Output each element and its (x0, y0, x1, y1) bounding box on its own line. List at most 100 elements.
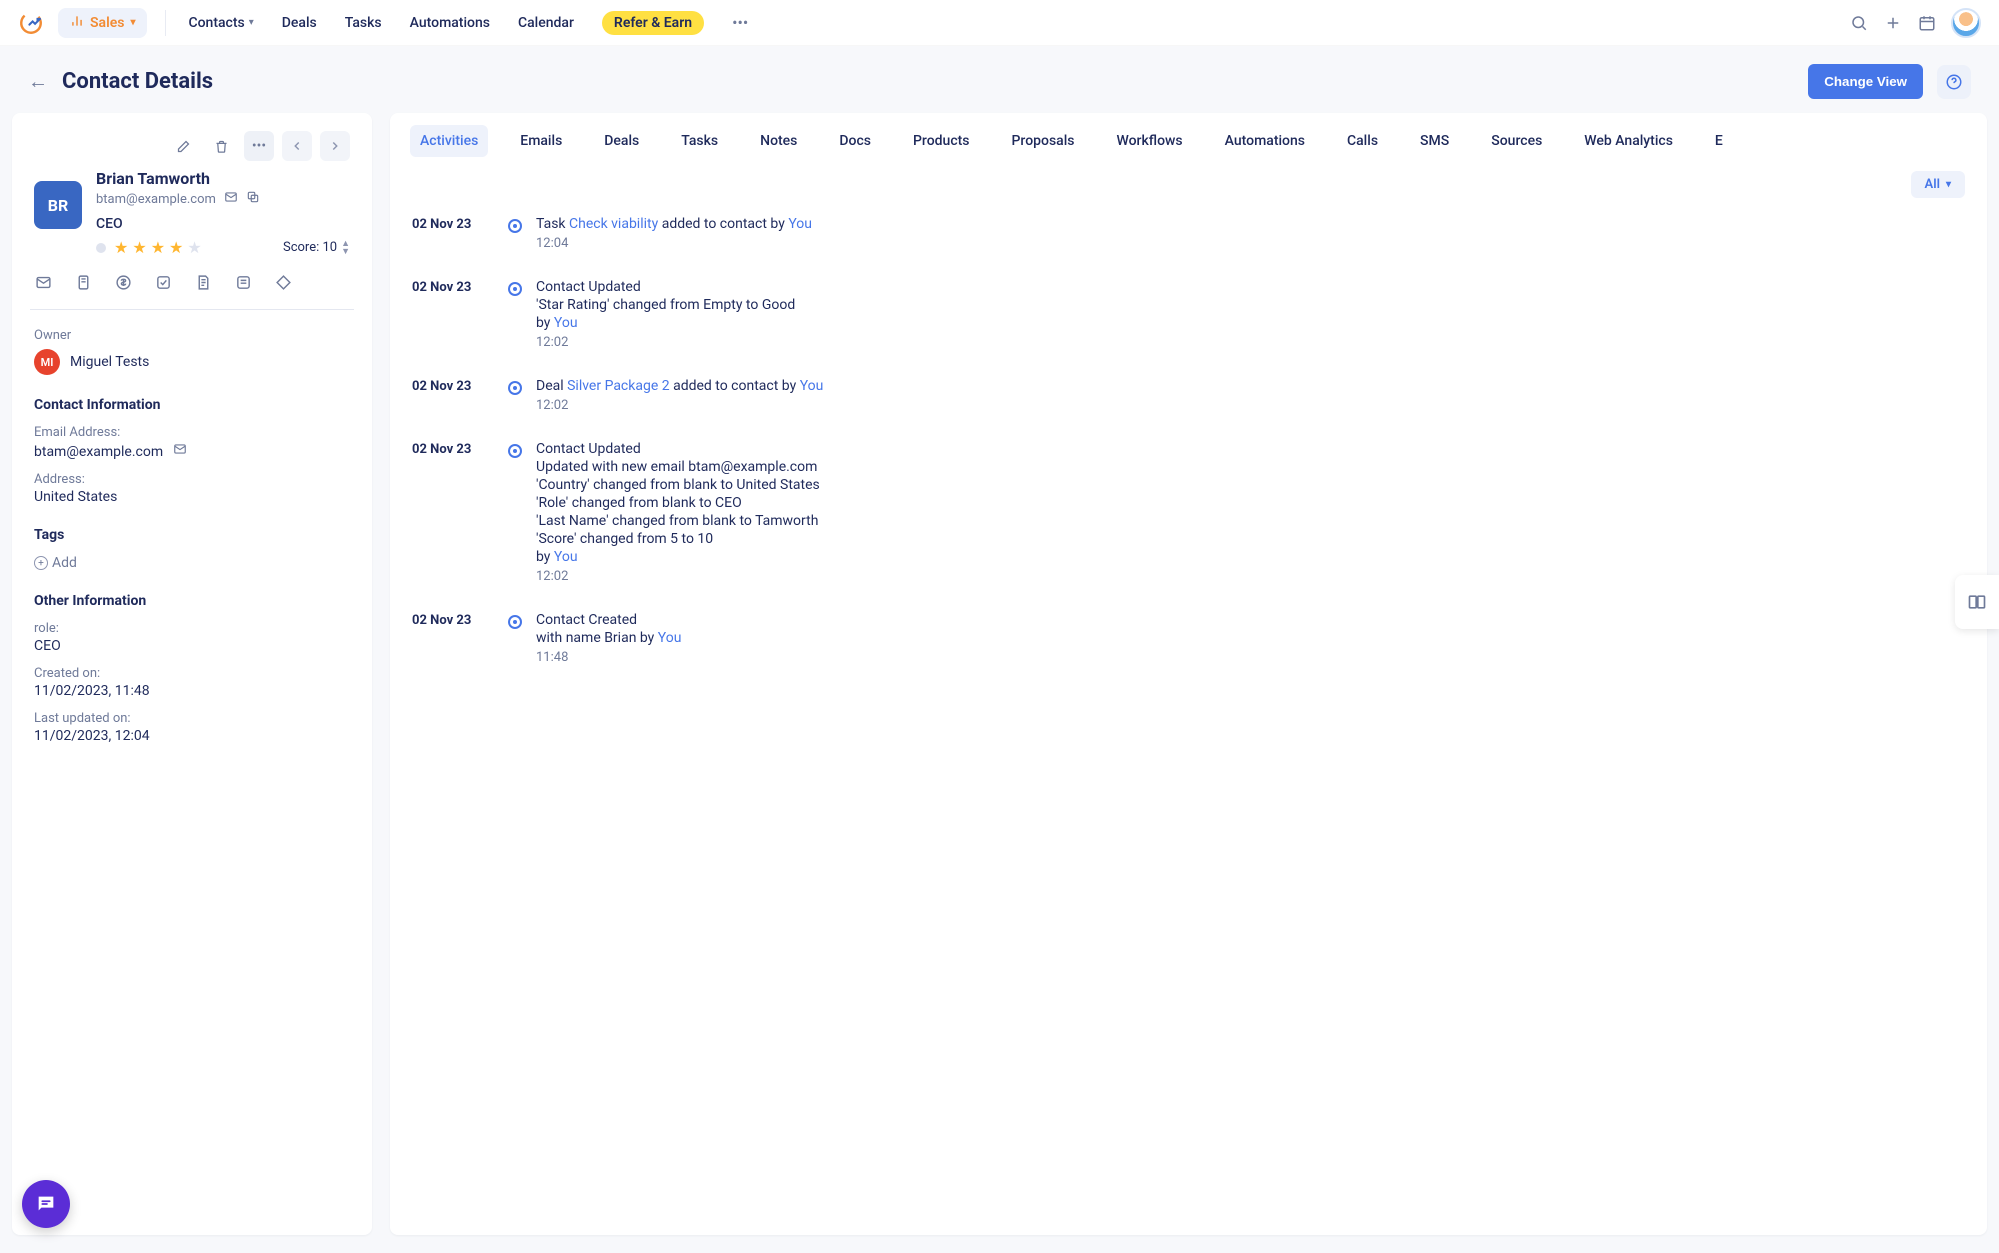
tab-notes[interactable]: Notes (750, 125, 807, 157)
filter-dropdown[interactable]: All ▾ (1911, 171, 1965, 198)
task-action-icon[interactable] (154, 273, 172, 291)
timeline-date: 02 Nov 23 (412, 279, 494, 295)
search-icon[interactable] (1849, 14, 1869, 32)
document-action-icon[interactable] (74, 273, 92, 291)
activity-timeline: 02 Nov 23 Task Check viability added to c… (412, 216, 1965, 693)
timeline-time: 12:02 (536, 569, 1965, 584)
timeline-item: 02 Nov 23Task Check viability added to c… (412, 216, 1965, 251)
timeline-date: 02 Nov 23 (412, 441, 494, 457)
nav-link-refer[interactable]: Refer & Earn (602, 11, 704, 35)
timeline-date: 02 Nov 23 (412, 378, 494, 394)
timeline-body: Contact Updated'Star Rating' changed fro… (536, 279, 1965, 350)
tab-emails[interactable]: Emails (510, 125, 572, 157)
timeline-date: 02 Nov 23 (412, 612, 494, 628)
updated-field-value: 11/02/2023, 12:04 (34, 728, 350, 744)
contact-title: CEO (96, 216, 350, 232)
tab-sources[interactable]: Sources (1481, 125, 1552, 157)
profile-avatar[interactable] (1951, 8, 1981, 38)
tab-docs[interactable]: Docs (829, 125, 881, 157)
timeline-marker-icon (508, 219, 522, 233)
change-view-button[interactable]: Change View (1808, 64, 1923, 99)
tab-products[interactable]: Products (903, 125, 980, 157)
star-icon: ★ (114, 238, 128, 257)
timeline-body: Contact UpdatedUpdated with new email bt… (536, 441, 1965, 584)
star-rating[interactable]: ★ ★ ★ ★ ★ Score: 10 ▲▼ (96, 238, 350, 257)
timeline-link[interactable]: You (554, 549, 578, 565)
owner-row[interactable]: MI Miguel Tests (34, 349, 350, 375)
email-icon[interactable] (173, 445, 187, 460)
tab-activities[interactable]: Activities (410, 125, 488, 157)
tab-workflows[interactable]: Workflows (1107, 125, 1193, 157)
calendar-icon[interactable] (1917, 14, 1937, 32)
prev-contact-button[interactable] (282, 131, 312, 161)
email-icon[interactable] (224, 190, 238, 208)
owner-name: Miguel Tests (70, 354, 149, 370)
more-actions-button[interactable]: ••• (244, 131, 274, 161)
side-drawer-tab[interactable] (1955, 575, 1999, 629)
deal-action-icon[interactable] (114, 273, 132, 291)
checklist-action-icon[interactable] (234, 273, 252, 291)
status-dot (96, 243, 106, 253)
score-stepper[interactable]: ▲▼ (341, 240, 350, 256)
quick-action-row (34, 273, 350, 291)
timeline-item: 02 Nov 23Deal Silver Package 2 added to … (412, 378, 1965, 413)
chevron-down-icon: ▾ (249, 17, 254, 28)
tag-action-icon[interactable] (274, 273, 292, 291)
delete-button[interactable] (206, 131, 236, 161)
module-name: Sales (90, 15, 124, 31)
star-icon: ★ (151, 238, 165, 257)
timeline-time: 12:02 (536, 335, 1965, 350)
timeline-marker-icon (508, 282, 522, 296)
email-action-icon[interactable] (34, 273, 52, 291)
nav-more-icon[interactable]: ••• (732, 13, 748, 32)
tab-deals[interactable]: Deals (594, 125, 649, 157)
tab-automations[interactable]: Automations (1215, 125, 1315, 157)
timeline-link[interactable]: You (554, 315, 578, 331)
timeline-item: 02 Nov 23 Contact Updated'Star Rating' ch… (412, 279, 1965, 350)
nav-link-calendar[interactable]: Calendar (518, 15, 574, 31)
timeline-body: Task Check viability added to contact by… (536, 216, 1965, 251)
timeline-link[interactable]: Check viability (569, 216, 658, 232)
help-button[interactable] (1937, 65, 1971, 99)
nav-link-contacts[interactable]: Contacts ▾ (188, 15, 253, 31)
edit-button[interactable] (168, 131, 198, 161)
timeline-link[interactable]: You (800, 378, 824, 394)
timeline-link[interactable]: You (658, 630, 682, 646)
timeline-time: 12:02 (536, 398, 1965, 413)
contact-info-heading: Contact Information (34, 397, 350, 413)
back-arrow-icon[interactable]: ← (28, 69, 48, 94)
star-icon: ★ (187, 238, 201, 257)
tab-sms[interactable]: SMS (1410, 125, 1459, 157)
module-switcher[interactable]: Sales ▾ (58, 8, 147, 38)
nav-link-deals[interactable]: Deals (282, 15, 317, 31)
filter-label: All (1925, 177, 1940, 192)
tab-tasks[interactable]: Tasks (671, 125, 728, 157)
tab-e[interactable]: E (1705, 125, 1733, 157)
add-tag-button[interactable]: + Add (34, 555, 350, 571)
other-info-heading: Other Information (34, 593, 350, 609)
add-tag-label: Add (52, 555, 77, 571)
email-field-value: btam@example.com (34, 442, 350, 460)
star-icon: ★ (132, 238, 146, 257)
chat-fab[interactable] (22, 1180, 70, 1228)
nav-divider (165, 10, 166, 36)
plus-icon[interactable] (1883, 14, 1903, 32)
timeline-link[interactable]: You (788, 216, 812, 232)
nav-link-automations[interactable]: Automations (410, 15, 490, 31)
tab-calls[interactable]: Calls (1337, 125, 1388, 157)
detail-tabs: Activities Emails Deals Tasks Notes Docs Produ… (410, 125, 1967, 167)
app-logo (18, 10, 44, 36)
address-field-value: United States (34, 489, 350, 505)
plus-circle-icon: + (34, 556, 48, 570)
next-contact-button[interactable] (320, 131, 350, 161)
owner-avatar: MI (34, 349, 60, 375)
timeline-link[interactable]: Silver Package 2 (567, 378, 670, 394)
note-action-icon[interactable] (194, 273, 212, 291)
score-label: Score: 10 (283, 240, 337, 255)
nav-link-tasks[interactable]: Tasks (345, 15, 382, 31)
tab-proposals[interactable]: Proposals (1002, 125, 1085, 157)
bars-icon (70, 14, 84, 32)
copy-icon[interactable] (246, 190, 260, 208)
timeline-time: 12:04 (536, 236, 1965, 251)
tab-web-analytics[interactable]: Web Analytics (1574, 125, 1683, 157)
